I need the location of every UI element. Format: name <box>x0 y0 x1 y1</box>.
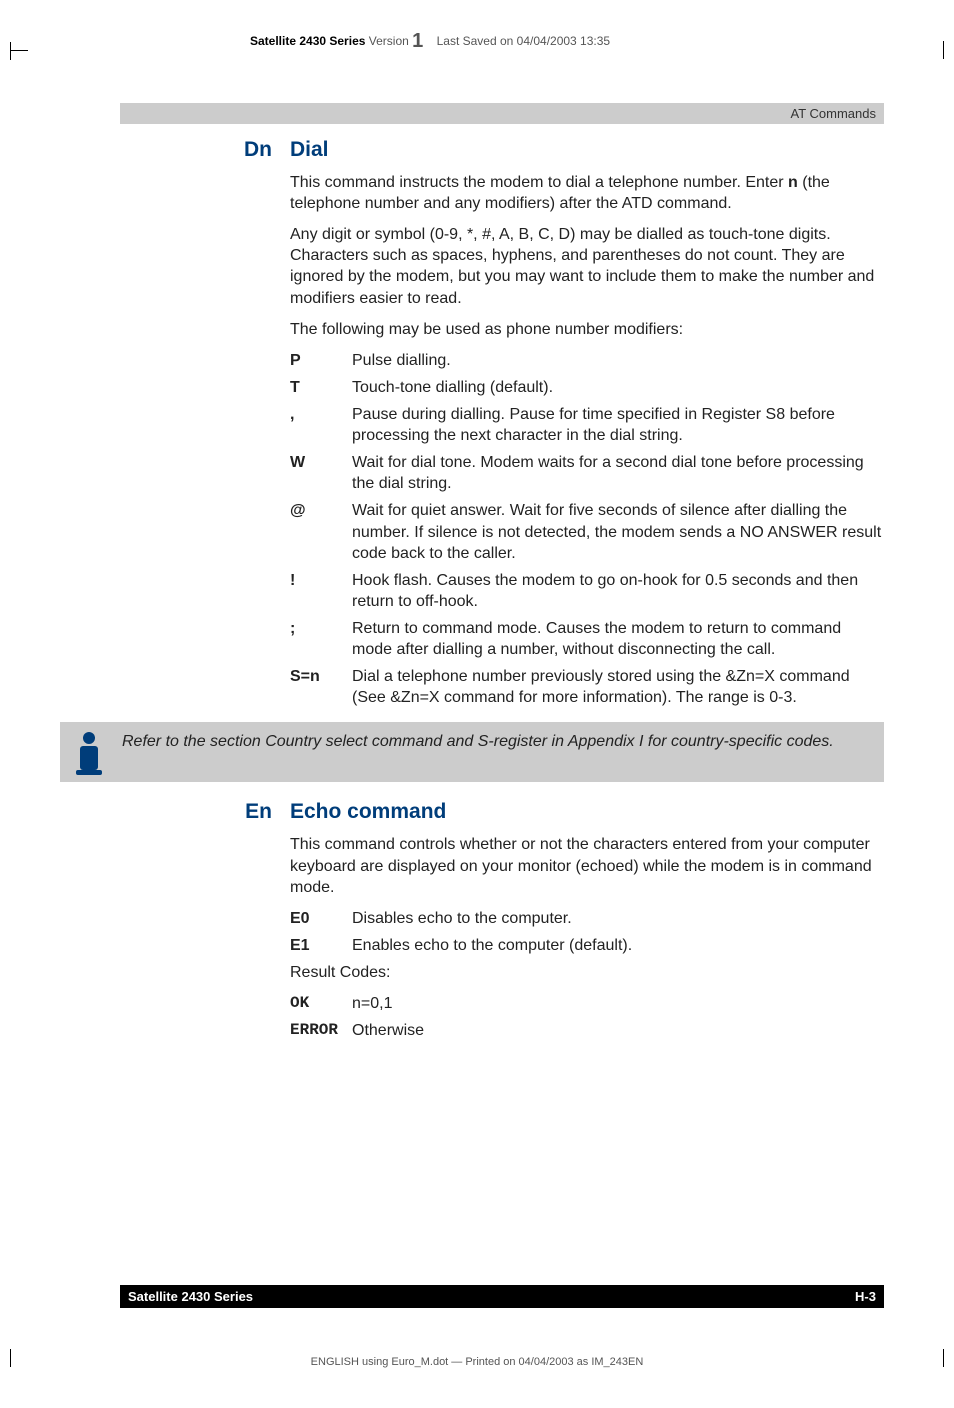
dn-paragraph-3: The following may be used as phone numbe… <box>290 319 884 340</box>
list-item: E1Enables echo to the computer (default)… <box>290 935 884 956</box>
footer-left: Satellite 2430 Series <box>128 1289 253 1304</box>
list-item: ,Pause during dialling. Pause for time s… <box>290 404 884 446</box>
version-number: 1 <box>412 30 423 52</box>
dn-modifier-list: PPulse dialling. TTouch-tone dialling (d… <box>290 350 884 709</box>
heading-dn-title: Dial <box>290 138 329 162</box>
result-codes-label: Result Codes: <box>290 962 884 983</box>
en-paragraph-1: This command controls whether or not the… <box>290 834 884 897</box>
list-item: WWait for dial tone. Modem waits for a s… <box>290 452 884 494</box>
dn-paragraph-2: Any digit or symbol (0-9, *, #, A, B, C,… <box>290 224 884 308</box>
list-item: S=nDial a telephone number previously st… <box>290 666 884 708</box>
series-name: Satellite 2430 Series <box>250 34 365 48</box>
list-item: @Wait for quiet answer. Wait for five se… <box>290 500 884 563</box>
heading-dn-code: Dn <box>120 138 290 162</box>
footer-right: H-3 <box>855 1289 876 1304</box>
list-item: TTouch-tone dialling (default). <box>290 377 884 398</box>
en-option-list: E0Disables echo to the computer. E1Enabl… <box>290 908 884 956</box>
list-item: E0Disables echo to the computer. <box>290 908 884 929</box>
list-item: OKn=0,1 <box>290 993 884 1014</box>
list-item: ;Return to command mode. Causes the mode… <box>290 618 884 660</box>
list-item: PPulse dialling. <box>290 350 884 371</box>
heading-dn: Dn Dial <box>120 138 884 162</box>
info-note-text: Refer to the section Country select comm… <box>122 728 834 753</box>
last-saved: Last Saved on 04/04/2003 13:35 <box>437 34 610 48</box>
heading-en: En Echo command <box>120 800 884 824</box>
list-item: ERROROtherwise <box>290 1020 884 1041</box>
print-info-line: ENGLISH using Euro_M.dot — Printed on 04… <box>0 1356 954 1368</box>
section-banner: AT Commands <box>120 103 884 124</box>
heading-en-title: Echo command <box>290 800 446 824</box>
info-icon <box>62 728 116 776</box>
dn-paragraph-1: This command instructs the modem to dial… <box>290 172 884 214</box>
page-footer-bar: Satellite 2430 Series H-3 <box>120 1285 884 1308</box>
en-result-list: OKn=0,1 ERROROtherwise <box>290 993 884 1041</box>
info-note: Refer to the section Country select comm… <box>60 722 884 782</box>
list-item: !Hook flash. Causes the modem to go on-h… <box>290 570 884 612</box>
version-label: Version <box>369 34 409 48</box>
heading-en-code: En <box>120 800 290 824</box>
page-top-header: Satellite 2430 Series Version 1 Last Sav… <box>250 30 884 53</box>
